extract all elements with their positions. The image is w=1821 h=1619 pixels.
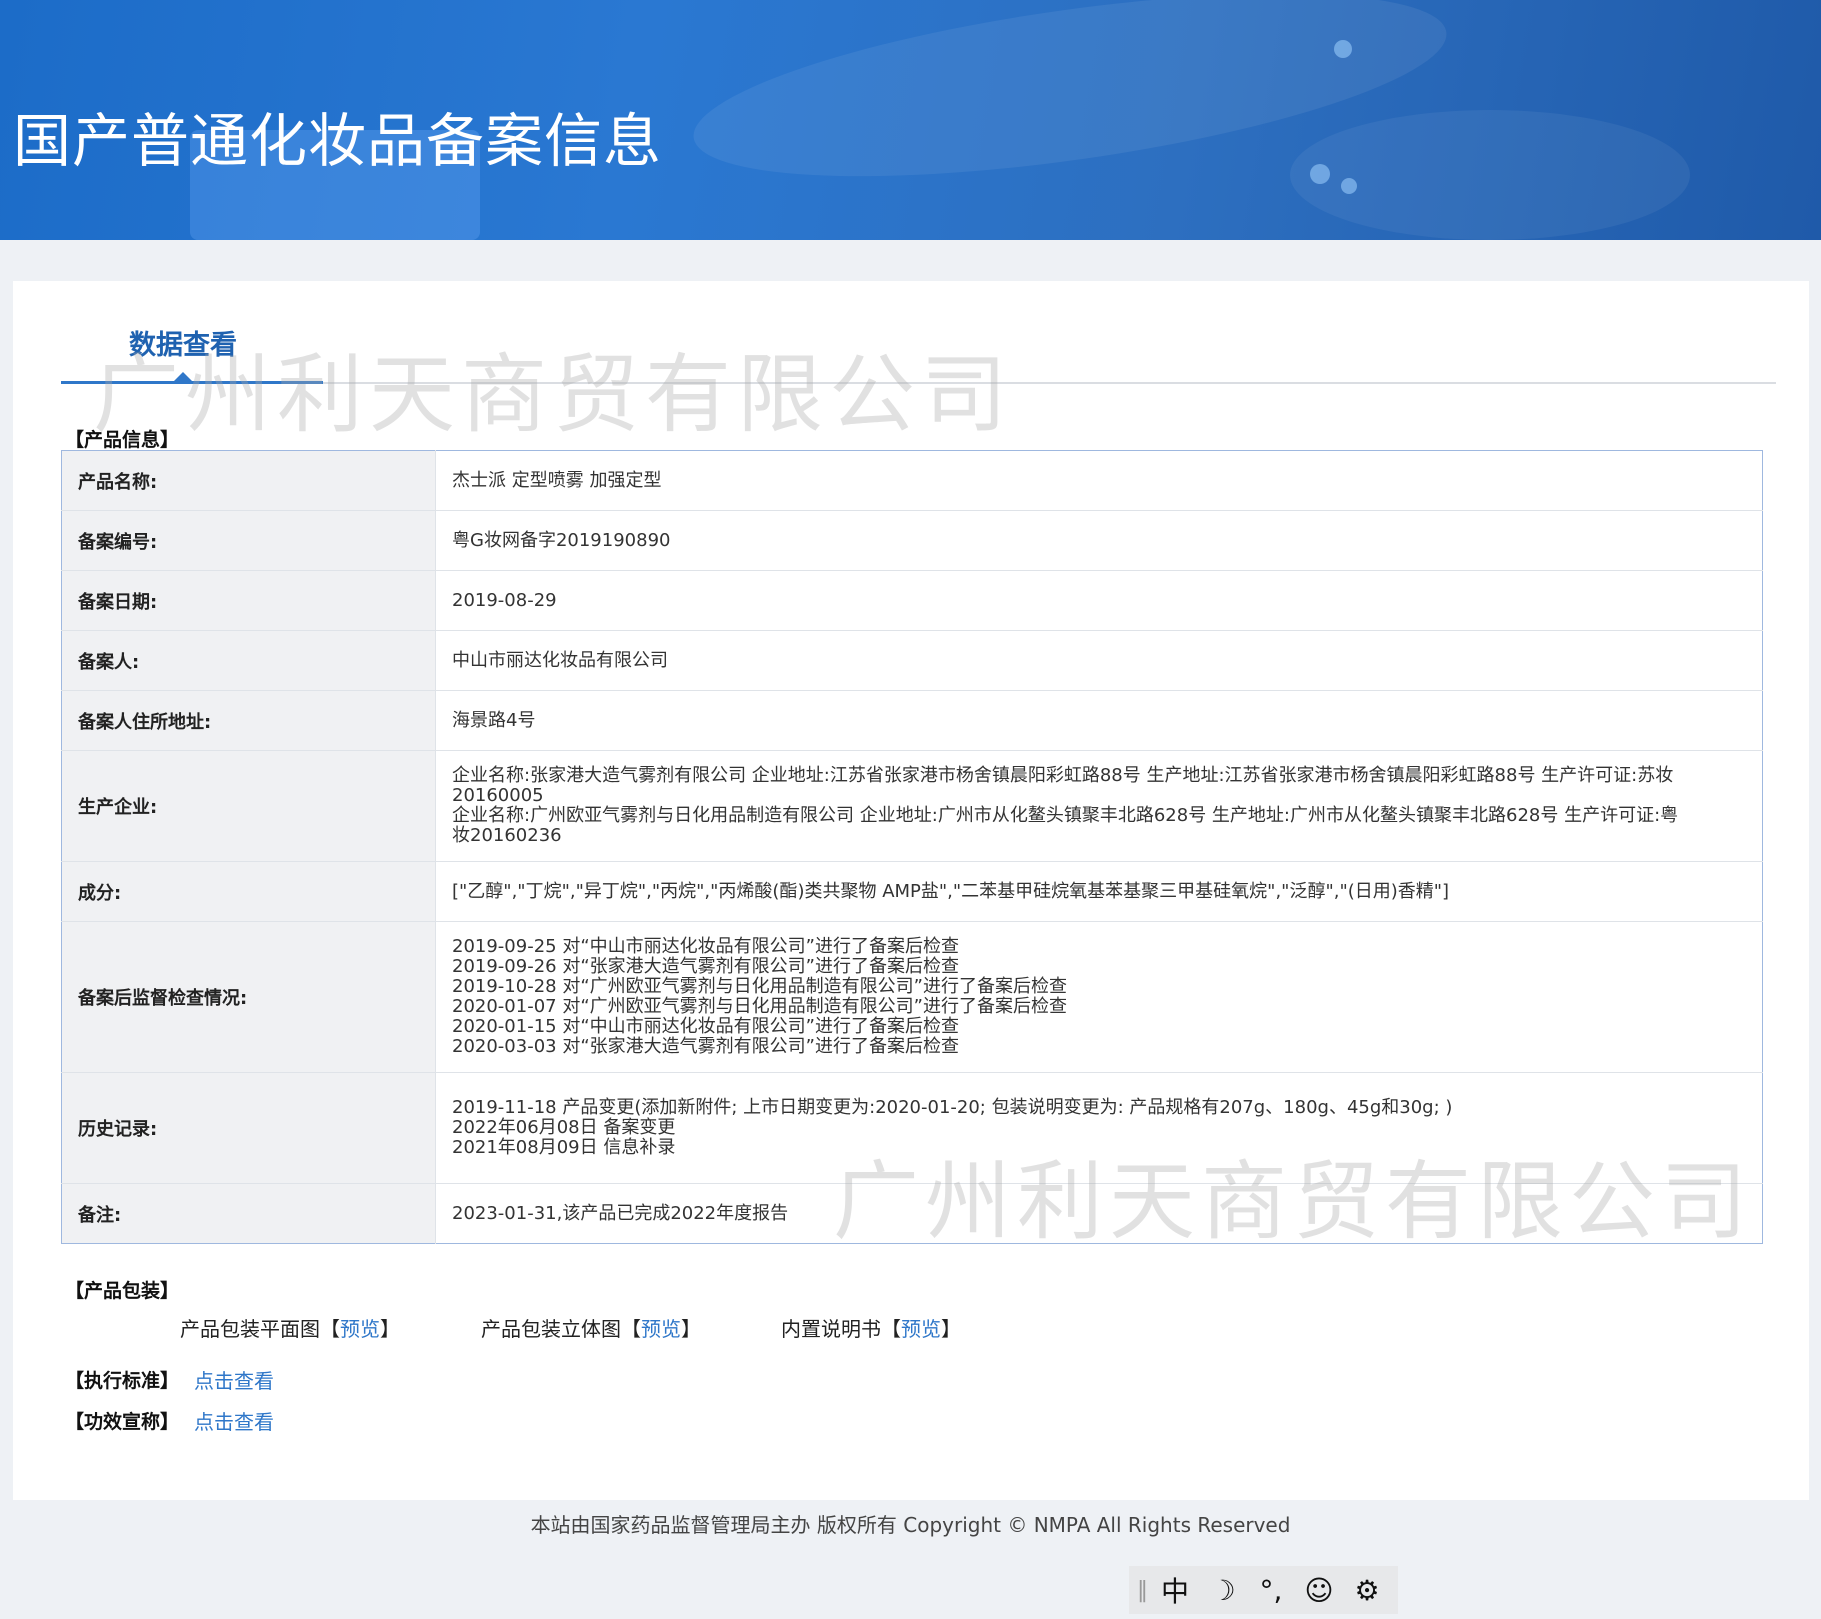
banner-decoration xyxy=(1290,110,1690,240)
field-label: 历史记录: xyxy=(61,1072,436,1184)
tab-caret-icon xyxy=(173,372,193,382)
efficacy-view-link[interactable]: 点击查看 xyxy=(194,1406,274,1435)
table-row: 历史记录: 2019-11-18 产品变更(添加新附件; 上市日期变更为:202… xyxy=(61,1072,1763,1184)
preview-stereo-link[interactable]: 预览 xyxy=(641,1317,681,1341)
field-label: 生产企业: xyxy=(61,750,436,862)
header-banner: 国产普通化妆品备案信息 xyxy=(0,0,1821,240)
inspections: 2019-09-25 对“中山市丽达化妆品有限公司”进行了备案后检查 2019-… xyxy=(435,921,1763,1073)
section-standard: 【执行标准】 xyxy=(65,1370,180,1392)
field-label: 备案人住所地址: xyxy=(61,690,436,751)
product-info-table: 产品名称: 杰士派 定型喷雾 加强定型 备案编号: 粤G妆网备字20191908… xyxy=(61,450,1763,1244)
table-row: 产品名称: 杰士派 定型喷雾 加强定型 xyxy=(61,450,1763,511)
field-label: 备案人: xyxy=(61,630,436,691)
registrant-address: 海景路4号 xyxy=(435,690,1763,751)
bracket: 】 xyxy=(941,1317,961,1341)
page-title: 国产普通化妆品备案信息 xyxy=(13,107,663,175)
preview-flat-link[interactable]: 预览 xyxy=(340,1317,380,1341)
field-label: 产品名称: xyxy=(61,450,436,511)
table-row: 备案人住所地址: 海景路4号 xyxy=(61,690,1763,751)
history-entry: 2021年08月09日 信息补录 xyxy=(452,1137,676,1158)
banner-dot xyxy=(1334,40,1352,58)
package-flat-label: 产品包装平面图 xyxy=(180,1317,320,1341)
ime-toolbar: ‖ 中 ☽ °, ☺ ⚙ xyxy=(1129,1566,1398,1614)
table-row: 生产企业: 企业名称:张家港大造气雾剂有限公司 企业地址:江苏省张家港市杨舍镇晨… xyxy=(61,750,1763,862)
table-row: 备注: 2023-01-31,该产品已完成2022年度报告 xyxy=(61,1183,1763,1244)
table-row: 备案日期: 2019-08-29 xyxy=(61,570,1763,631)
moon-icon[interactable]: ☽ xyxy=(1199,1574,1247,1607)
manufacturer-entry: 企业名称:广州欧亚气雾剂与日化用品制造有限公司 企业地址:广州市从化鳌头镇聚丰北… xyxy=(452,805,1679,846)
main-card: 数据查看 广州利天商贸有限公司 【产品信息】 产品名称: 杰士派 定型喷雾 加强… xyxy=(13,281,1809,1500)
record-number: 粤G妆网备字2019190890 xyxy=(435,510,1763,571)
inspection-entry: 2019-09-26 对“张家港大造气雾剂有限公司”进行了备案后检查 xyxy=(452,956,959,977)
standard-view-link[interactable]: 点击查看 xyxy=(194,1365,274,1394)
preview-manual-link[interactable]: 预览 xyxy=(901,1317,941,1341)
inspection-entry: 2019-09-25 对“中山市丽达化妆品有限公司”进行了备案后检查 xyxy=(452,936,959,957)
table-row: 备案编号: 粤G妆网备字2019190890 xyxy=(61,510,1763,571)
manufacturer-entry: 企业名称:张家港大造气雾剂有限公司 企业地址:江苏省张家港市杨舍镇晨阳彩虹路88… xyxy=(452,765,1674,806)
remark: 2023-01-31,该产品已完成2022年度报告 xyxy=(452,1202,789,1224)
field-label: 备案编号: xyxy=(61,510,436,571)
bracket: 【 xyxy=(320,1317,340,1341)
punctuation-icon[interactable]: °, xyxy=(1247,1574,1295,1607)
table-row: 备案人: 中山市丽达化妆品有限公司 xyxy=(61,630,1763,691)
bracket: 】 xyxy=(380,1317,400,1341)
emoji-icon[interactable]: ☺ xyxy=(1295,1574,1343,1607)
bracket: 】 xyxy=(681,1317,701,1341)
inspection-entry: 2020-03-03 对“张家港大造气雾剂有限公司”进行了备案后检查 xyxy=(452,1036,959,1057)
package-flat-item: 产品包装平面图【预览】 xyxy=(180,1313,400,1342)
field-label: 备案日期: xyxy=(61,570,436,631)
toolbar-handle[interactable]: ‖ xyxy=(1137,1578,1151,1603)
inspection-entry: 2020-01-07 对“广州欧亚气雾剂与日化用品制造有限公司”进行了备案后检查 xyxy=(452,996,1067,1017)
field-label: 备案后监督检查情况: xyxy=(61,921,436,1073)
package-stereo-item: 产品包装立体图【预览】 xyxy=(481,1313,701,1342)
product-name: 杰士派 定型喷雾 加强定型 xyxy=(435,450,1763,511)
section-efficacy: 【功效宣称】 xyxy=(65,1411,180,1433)
tab-data-view[interactable]: 数据查看 xyxy=(129,323,237,362)
record-date: 2019-08-29 xyxy=(435,570,1763,631)
section-packaging: 【产品包装】 xyxy=(65,1280,180,1302)
section-product-info: 【产品信息】 xyxy=(65,429,180,451)
table-row: 成分: ["乙醇","丁烷","异丁烷","丙烷","丙烯酸(酯)类共聚物 AM… xyxy=(61,861,1763,922)
ingredients: ["乙醇","丁烷","异丁烷","丙烷","丙烯酸(酯)类共聚物 AMP盐",… xyxy=(435,861,1763,922)
bracket: 【 xyxy=(881,1317,901,1341)
field-label: 成分: xyxy=(61,861,436,922)
footer-copyright: 本站由国家药品监督管理局主办 版权所有 Copyright © NMPA All… xyxy=(530,1513,1291,1537)
registrant: 中山市丽达化妆品有限公司 xyxy=(435,630,1763,691)
inspection-entry: 2019-10-28 对“广州欧亚气雾剂与日化用品制造有限公司”进行了备案后检查 xyxy=(452,976,1067,997)
package-stereo-label: 产品包装立体图 xyxy=(481,1317,621,1341)
banner-dot xyxy=(1310,164,1330,184)
history-entry: 2022年06月08日 备案变更 xyxy=(452,1117,676,1138)
package-manual-label: 内置说明书 xyxy=(781,1317,881,1341)
language-toggle-icon[interactable]: 中 xyxy=(1151,1570,1199,1610)
settings-icon[interactable]: ⚙ xyxy=(1343,1574,1391,1607)
banner-dot xyxy=(1341,178,1357,194)
inspection-entry: 2020-01-15 对“中山市丽达化妆品有限公司”进行了备案后检查 xyxy=(452,1016,959,1037)
field-label: 备注: xyxy=(61,1183,436,1244)
manufacturers: 企业名称:张家港大造气雾剂有限公司 企业地址:江苏省张家港市杨舍镇晨阳彩虹路88… xyxy=(435,750,1763,862)
table-row: 备案后监督检查情况: 2019-09-25 对“中山市丽达化妆品有限公司”进行了… xyxy=(61,921,1763,1073)
bracket: 【 xyxy=(621,1317,641,1341)
history-entry: 2019-11-18 产品变更(添加新附件; 上市日期变更为:2020-01-2… xyxy=(452,1097,1453,1118)
history: 2019-11-18 产品变更(添加新附件; 上市日期变更为:2020-01-2… xyxy=(435,1072,1763,1184)
package-manual-item: 内置说明书【预览】 xyxy=(781,1313,961,1342)
